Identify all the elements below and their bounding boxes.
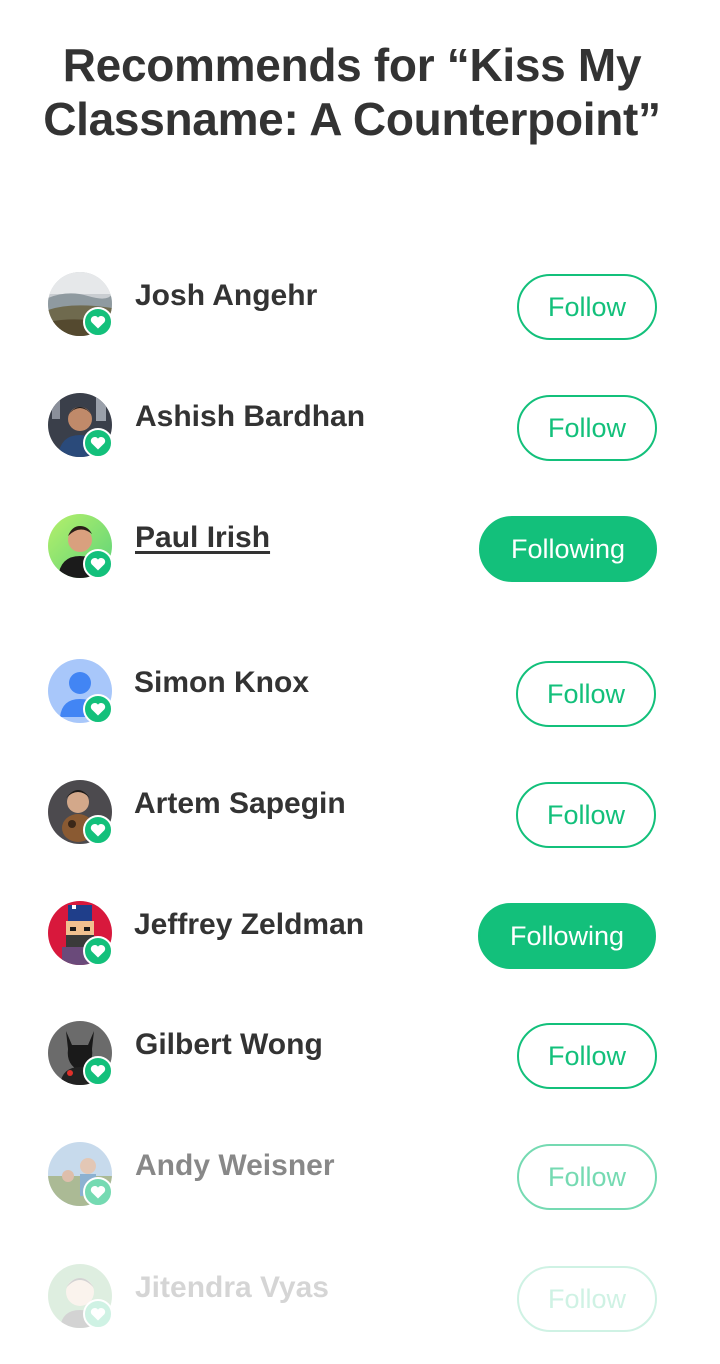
- list-item: Jitendra Vyas Follow: [0, 1264, 720, 1344]
- heart-icon: [83, 936, 113, 966]
- list-item: Josh Angehr Follow: [0, 272, 720, 352]
- follow-button[interactable]: Follow: [517, 395, 657, 461]
- follow-button[interactable]: Follow: [516, 661, 656, 727]
- heart-icon: [83, 1299, 113, 1329]
- follow-button[interactable]: Follow: [517, 1266, 657, 1332]
- avatar[interactable]: [48, 1021, 114, 1087]
- page-title: Recommends for “Kiss My Classname: A Cou…: [43, 39, 661, 145]
- avatar[interactable]: [48, 901, 114, 967]
- person-name[interactable]: Paul Irish: [135, 518, 270, 558]
- heart-icon: [83, 1177, 113, 1207]
- avatar[interactable]: [48, 272, 114, 338]
- person-name[interactable]: Josh Angehr: [135, 276, 317, 316]
- avatar[interactable]: [48, 1142, 114, 1208]
- follow-button[interactable]: Follow: [517, 1023, 657, 1089]
- follow-button[interactable]: Follow: [517, 1144, 657, 1210]
- follow-button[interactable]: Follow: [516, 782, 656, 848]
- person-name[interactable]: Gilbert Wong: [135, 1025, 323, 1065]
- list-item: Jeffrey Zeldman Following: [0, 901, 720, 981]
- person-name[interactable]: Ashish Bardhan: [135, 397, 365, 437]
- avatar[interactable]: [48, 780, 114, 846]
- list-item: Paul Irish Following: [0, 514, 720, 594]
- heart-icon: [83, 815, 113, 845]
- person-name[interactable]: Jitendra Vyas: [135, 1268, 329, 1308]
- avatar[interactable]: [48, 514, 114, 580]
- follow-button[interactable]: Follow: [517, 274, 657, 340]
- list-item: Ashish Bardhan Follow: [0, 393, 720, 473]
- avatar[interactable]: [48, 393, 114, 459]
- person-name[interactable]: Artem Sapegin: [134, 784, 346, 824]
- heart-icon: [83, 307, 113, 337]
- following-button[interactable]: Following: [478, 903, 656, 969]
- list-item: Andy Weisner Follow: [0, 1142, 720, 1222]
- avatar[interactable]: [48, 1264, 114, 1330]
- following-button[interactable]: Following: [479, 516, 657, 582]
- person-name[interactable]: Simon Knox: [134, 663, 309, 703]
- heart-icon: [83, 694, 113, 724]
- person-name[interactable]: Andy Weisner: [135, 1146, 335, 1186]
- heart-icon: [83, 549, 113, 579]
- heart-icon: [83, 1056, 113, 1086]
- list-item: Simon Knox Follow: [0, 659, 720, 739]
- person-name[interactable]: Jeffrey Zeldman: [134, 905, 364, 945]
- avatar[interactable]: [48, 659, 114, 725]
- list-item: Gilbert Wong Follow: [0, 1021, 720, 1101]
- list-item: Artem Sapegin Follow: [0, 780, 720, 860]
- heart-icon: [83, 428, 113, 458]
